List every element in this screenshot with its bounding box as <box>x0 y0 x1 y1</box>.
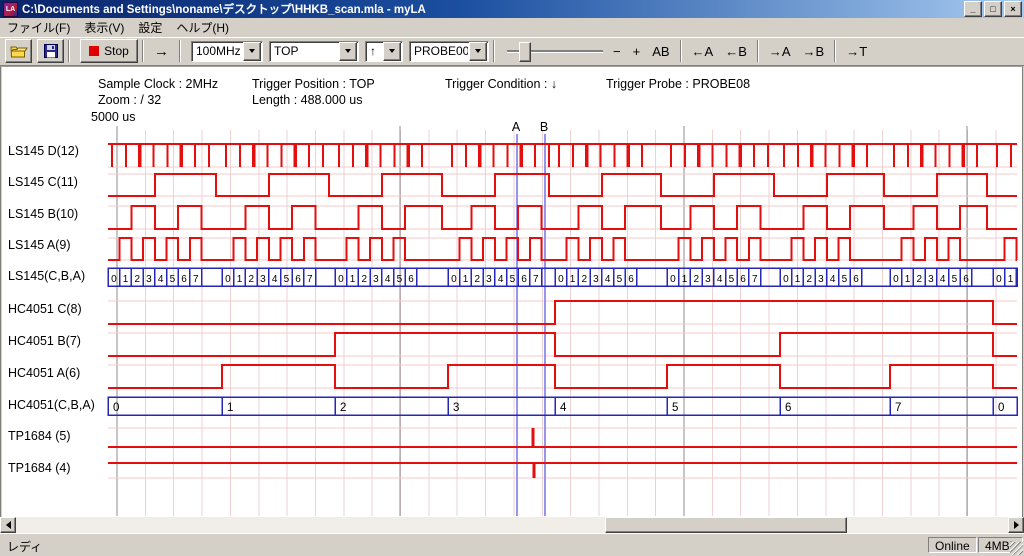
svg-text:3: 3 <box>146 274 152 285</box>
svg-text:3: 3 <box>260 274 266 285</box>
svg-text:7: 7 <box>533 274 539 285</box>
svg-text:6: 6 <box>853 274 859 285</box>
svg-text:6: 6 <box>628 274 634 285</box>
svg-text:B: B <box>540 120 548 134</box>
svg-text:3: 3 <box>593 274 599 285</box>
svg-text:1: 1 <box>682 274 688 285</box>
svg-text:6: 6 <box>295 274 301 285</box>
svg-text:0: 0 <box>893 274 899 285</box>
svg-text:1: 1 <box>350 274 356 285</box>
svg-text:3: 3 <box>486 274 492 285</box>
svg-text:1: 1 <box>1008 274 1014 285</box>
scroll-right-button[interactable] <box>1008 517 1024 533</box>
svg-text:5: 5 <box>284 274 290 285</box>
svg-text:2: 2 <box>248 274 254 285</box>
svg-text:2: 2 <box>693 274 699 285</box>
svg-text:2: 2 <box>581 274 587 285</box>
svg-text:7: 7 <box>307 274 313 285</box>
svg-text:3: 3 <box>818 274 824 285</box>
svg-text:3: 3 <box>453 402 459 414</box>
svg-text:A: A <box>512 120 521 134</box>
svg-text:5: 5 <box>952 274 958 285</box>
svg-text:3: 3 <box>928 274 934 285</box>
svg-text:1: 1 <box>227 402 233 414</box>
svg-text:5: 5 <box>842 274 848 285</box>
svg-text:4: 4 <box>385 274 391 285</box>
svg-text:2: 2 <box>134 274 140 285</box>
svg-text:2: 2 <box>474 274 480 285</box>
svg-text:4: 4 <box>830 274 836 285</box>
svg-text:0: 0 <box>783 274 789 285</box>
svg-text:6: 6 <box>181 274 187 285</box>
svg-text:7: 7 <box>193 274 199 285</box>
svg-text:3: 3 <box>373 274 379 285</box>
mylA-window: { "window": { "title": "C:\\Documents an… <box>0 0 1024 556</box>
waveform-canvas[interactable]: AB01234567012345670123456012345670123456… <box>0 0 1024 556</box>
svg-text:2: 2 <box>806 274 812 285</box>
svg-text:5: 5 <box>729 274 735 285</box>
svg-text:6: 6 <box>785 402 791 414</box>
svg-text:6: 6 <box>521 274 527 285</box>
svg-text:5: 5 <box>397 274 403 285</box>
svg-text:4: 4 <box>272 274 278 285</box>
svg-text:5: 5 <box>672 402 678 414</box>
svg-text:1: 1 <box>463 274 469 285</box>
svg-text:1: 1 <box>905 274 911 285</box>
svg-text:7: 7 <box>752 274 758 285</box>
svg-text:2: 2 <box>340 402 346 414</box>
status-bar: レディ Online4MBit <box>0 533 1024 556</box>
svg-text:5: 5 <box>170 274 176 285</box>
svg-text:4: 4 <box>717 274 723 285</box>
svg-text:4: 4 <box>158 274 164 285</box>
svg-text:0: 0 <box>558 274 564 285</box>
horizontal-scrollbar[interactable] <box>0 517 1024 533</box>
svg-text:2: 2 <box>361 274 367 285</box>
status-cell-0: Online <box>928 537 977 553</box>
svg-text:4: 4 <box>940 274 946 285</box>
svg-text:1: 1 <box>237 274 243 285</box>
svg-text:4: 4 <box>560 402 567 414</box>
svg-text:6: 6 <box>963 274 969 285</box>
svg-text:0: 0 <box>111 274 117 285</box>
svg-text:4: 4 <box>498 274 504 285</box>
svg-text:0: 0 <box>113 402 119 414</box>
svg-text:0: 0 <box>225 274 231 285</box>
svg-text:2: 2 <box>916 274 922 285</box>
svg-text:7: 7 <box>895 402 901 414</box>
svg-text:0: 0 <box>451 274 457 285</box>
resize-grip[interactable] <box>1010 542 1023 555</box>
svg-text:1: 1 <box>795 274 801 285</box>
svg-text:6: 6 <box>408 274 414 285</box>
svg-text:3: 3 <box>705 274 711 285</box>
svg-text:1: 1 <box>570 274 576 285</box>
svg-text:0: 0 <box>338 274 344 285</box>
left-arrow-icon <box>6 521 11 529</box>
svg-text:0: 0 <box>998 402 1004 414</box>
scroll-left-button[interactable] <box>0 517 16 533</box>
svg-text:5: 5 <box>617 274 623 285</box>
svg-text:4: 4 <box>605 274 611 285</box>
right-arrow-icon <box>1014 521 1019 529</box>
svg-text:5: 5 <box>510 274 516 285</box>
svg-text:6: 6 <box>740 274 746 285</box>
svg-text:0: 0 <box>996 274 1002 285</box>
svg-text:0: 0 <box>670 274 676 285</box>
status-ready-text: レディ <box>7 538 42 555</box>
scrollbar-thumb[interactable] <box>605 517 847 533</box>
svg-text:1: 1 <box>123 274 129 285</box>
